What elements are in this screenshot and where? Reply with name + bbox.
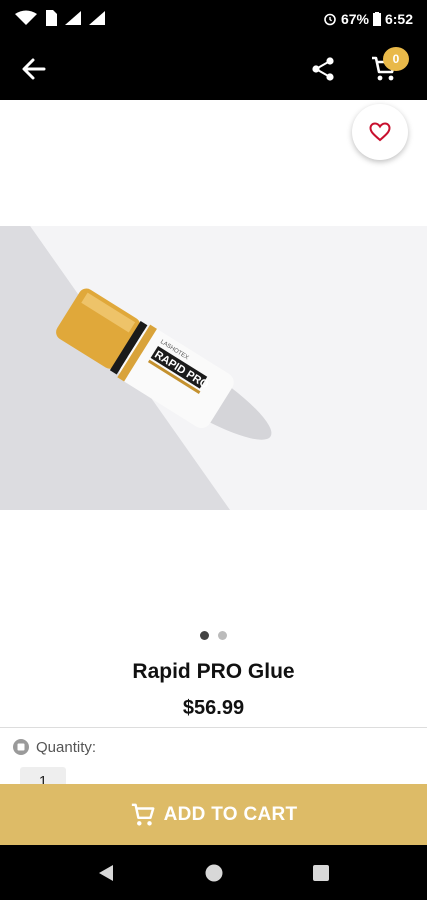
nav-recents-button[interactable] [307, 859, 335, 887]
heart-outline-icon [369, 122, 391, 142]
divider [0, 727, 427, 728]
stop-icon [13, 739, 29, 755]
nav-home-icon [205, 864, 223, 882]
image-carousel-indicator [0, 631, 427, 640]
favorite-button[interactable] [352, 104, 408, 160]
cart-count-badge: 0 [383, 47, 409, 71]
sim-icon [46, 10, 57, 26]
app-bar [0, 38, 427, 100]
product-price: $56.99 [182, 697, 245, 719]
nav-recents-icon [313, 865, 329, 881]
product-image[interactable]: RAPID PRO LASHOTEX [0, 226, 427, 510]
product-title: Rapid PRO Glue [132, 660, 295, 683]
battery-icon [372, 12, 381, 26]
status-icons-right: 67% 6:52 [323, 11, 413, 27]
cart-icon [131, 803, 154, 826]
arrow-left-icon [22, 58, 46, 80]
add-to-cart-label: ADD TO CART [163, 803, 298, 825]
clock: 6:52 [384, 11, 413, 27]
share-button[interactable] [303, 50, 343, 88]
signal-icon [65, 11, 81, 25]
nav-back-icon [99, 865, 113, 881]
status-bar: 67% 6:52 [0, 0, 427, 38]
back-button[interactable] [14, 50, 54, 88]
status-icons-left [14, 9, 106, 27]
signal-icon-2 [89, 11, 105, 25]
battery-percent: 67% [340, 11, 369, 27]
wifi-icon [15, 10, 37, 25]
quantity-label: Quantity: [36, 738, 97, 756]
share-icon [312, 57, 334, 81]
quantity-row: Quantity: [12, 738, 96, 756]
carousel-dot-1[interactable] [200, 631, 209, 640]
add-to-cart-button[interactable]: ADD TO CART [0, 784, 427, 845]
carousel-dot-2[interactable] [218, 631, 227, 640]
product-photo: RAPID PRO LASHOTEX [0, 226, 427, 510]
nav-back-button[interactable] [92, 859, 120, 887]
nav-home-button[interactable] [200, 859, 228, 887]
alarm-icon [324, 13, 336, 26]
system-nav-bar [0, 845, 427, 900]
